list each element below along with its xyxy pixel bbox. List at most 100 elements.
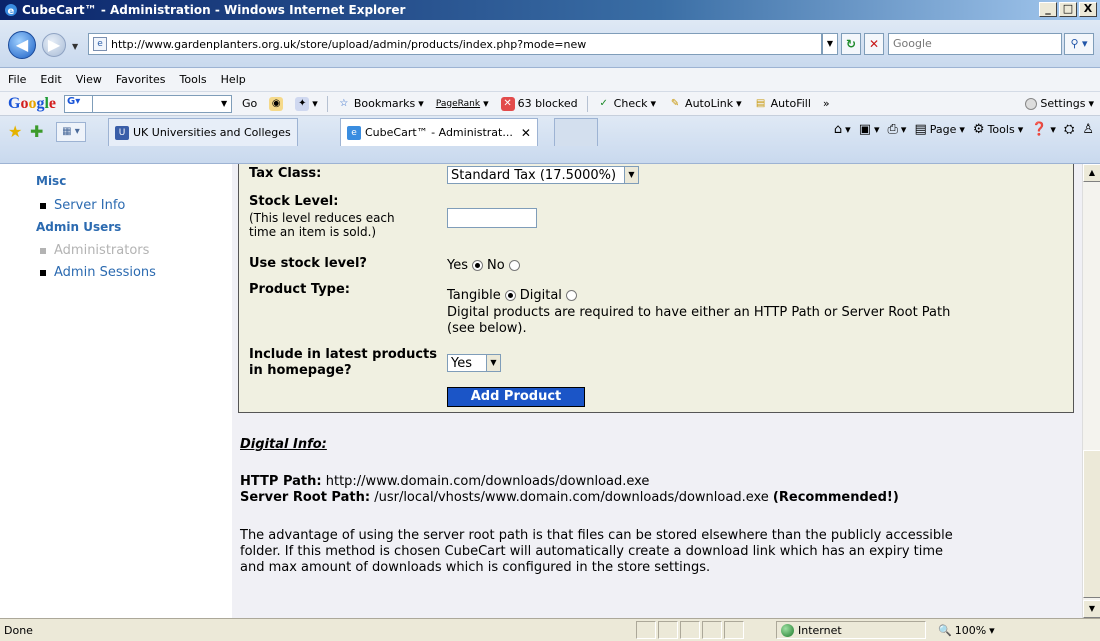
star-icon: ☆ (339, 97, 349, 109)
chevron-down-icon: ▾ (989, 623, 995, 637)
address-toolbar: ◀ ▶ ▼ e http://www.gardenplanters.org.uk… (0, 20, 1100, 68)
google-search-input[interactable]: G▾ ▼ (64, 94, 233, 113)
menu-edit[interactable]: Edit (40, 73, 61, 86)
latest-products-label-2: in homepage? (249, 363, 352, 378)
help-button[interactable]: ❓ ▾ (1031, 122, 1056, 137)
latest-products-select[interactable]: Yes ▼ (447, 354, 501, 372)
add-product-button[interactable]: Add Product (447, 387, 585, 407)
use-stock-options: Yes No (447, 258, 520, 273)
new-tab-button[interactable] (554, 118, 598, 146)
settings-button[interactable]: Settings ▾ (1025, 97, 1094, 110)
sidebar-item-server-info[interactable]: Server Info (40, 198, 125, 213)
google-logo: Google (8, 94, 57, 112)
vertical-scrollbar[interactable]: ▲ ▼ (1082, 164, 1100, 618)
product-type-note: Digital products are required to have ei… (447, 305, 951, 320)
scroll-down-icon[interactable]: ▼ (1083, 600, 1100, 618)
pagerank-button[interactable]: PageRank ▾ (436, 97, 489, 110)
product-form: Tax Class: Standard Tax (17.5000%) ▼ Stoc… (238, 164, 1074, 413)
stop-button[interactable]: ✕ (864, 33, 884, 55)
chevron-down-icon: ▼ (624, 167, 638, 183)
research-button[interactable]: ⛭ (1064, 122, 1074, 137)
menu-view[interactable]: View (76, 73, 102, 86)
page-icon: e (93, 37, 107, 51)
autolink-button[interactable]: ✎ AutoLink ▾ (668, 97, 742, 111)
minimize-button[interactable]: _ (1039, 2, 1057, 17)
bookmarks-button[interactable]: ☆ Bookmarks ▾ (337, 97, 423, 111)
digital-info-description: The advantage of using the server root p… (240, 528, 953, 575)
globe-icon (781, 623, 794, 637)
scroll-thumb[interactable] (1083, 450, 1100, 598)
home-button[interactable]: ⌂ ▾ (834, 122, 851, 137)
spellcheck-button[interactable]: ✓ Check ▾ (597, 97, 656, 111)
research-icon: ⛭ (1063, 122, 1075, 137)
tab-uk-universities[interactable]: U UK Universities and Colleges (108, 118, 298, 146)
forward-button[interactable]: ▶ (42, 33, 66, 57)
scroll-up-icon[interactable]: ▲ (1083, 164, 1100, 182)
print-button[interactable]: ⎙ ▾ (888, 122, 907, 137)
window-titlebar: e CubeCart™ - Administration - Windows I… (0, 0, 1100, 20)
use-stock-no-radio[interactable] (508, 260, 520, 271)
popup-blocker-button[interactable]: ✕ 63 blocked (500, 96, 578, 111)
tools-menu-button[interactable]: ⚙ Tools ▾ (973, 122, 1023, 137)
more-button[interactable]: » (823, 97, 830, 110)
menu-file[interactable]: File (8, 73, 26, 86)
page-menu-button[interactable]: ▤ Page ▾ (914, 122, 964, 137)
digital-radio[interactable] (565, 290, 577, 301)
latest-products-label: Include in latest products (249, 347, 437, 362)
svg-text:e: e (8, 6, 15, 17)
menu-tools[interactable]: Tools (180, 73, 207, 86)
autofill-button[interactable]: ▤ AutoFill (754, 97, 811, 111)
product-type-note-2: (see below). (447, 321, 527, 336)
stock-level-note-2: time an item is sold.) (249, 225, 377, 239)
sidebar-heading-misc: Misc (36, 174, 67, 188)
stock-level-label: Stock Level: (249, 194, 339, 209)
messenger-button[interactable]: ♙ (1082, 122, 1094, 137)
security-zone[interactable]: Internet (776, 621, 926, 639)
stock-level-input[interactable] (447, 208, 537, 228)
stock-level-note: (This level reduces each (249, 211, 395, 225)
favorites-star-icon[interactable]: ★ (8, 122, 22, 141)
help-icon: ❓ (1031, 122, 1048, 137)
tab-bar: ★ ✚ ▦ ▾ U UK Universities and Colleges e… (0, 116, 1100, 164)
close-window-button[interactable]: X (1079, 2, 1097, 17)
home-icon: ⌂ (833, 122, 843, 137)
page-menu-icon: ▤ (914, 122, 927, 137)
use-stock-yes-radio[interactable] (472, 260, 483, 271)
address-url: http://www.gardenplanters.org.uk/store/u… (111, 37, 587, 51)
maximize-button[interactable]: □ (1059, 2, 1077, 17)
back-button[interactable]: ◀ (8, 31, 36, 59)
google-news-icon[interactable]: ◉ (269, 96, 284, 111)
product-type-label: Product Type: (249, 282, 350, 297)
refresh-button[interactable]: ↻ (841, 33, 861, 55)
tax-class-select[interactable]: Standard Tax (17.5000%) ▼ (447, 166, 639, 184)
google-search-menu[interactable]: G▾ (65, 95, 94, 112)
tangible-radio[interactable] (504, 290, 516, 301)
tab-cubecart[interactable]: e CubeCart™ - Administrat... ✕ (340, 118, 538, 146)
google-dropdown-icon[interactable]: ▼ (217, 99, 231, 108)
add-favorites-icon[interactable]: ✚ (30, 122, 43, 141)
close-tab-icon[interactable]: ✕ (521, 126, 531, 140)
address-dropdown-icon[interactable]: ▼ (822, 33, 838, 55)
sidebar-item-admin-sessions[interactable]: Admin Sessions (40, 265, 156, 280)
spellcheck-icon: ✓ (599, 97, 608, 109)
autofill-icon: ▤ (755, 97, 766, 109)
tax-class-label: Tax Class: (249, 166, 322, 181)
sidebar-heading-admin-users: Admin Users (36, 220, 122, 234)
zoom-control[interactable]: 🔍 100% ▾ (932, 621, 1022, 639)
address-field[interactable]: e http://www.gardenplanters.org.uk/store… (88, 33, 822, 55)
status-bar: Done Internet 🔍 100% ▾ (0, 618, 1100, 641)
search-input[interactable]: Google (888, 33, 1062, 55)
site-favicon-icon: U (115, 125, 129, 140)
google-toolbar: Google G▾ ▼ Go ◉ ✦ ▾ ☆ Bookmarks ▾ PageRank… (0, 92, 1100, 116)
chevron-down-icon: ▼ (486, 355, 500, 371)
search-button[interactable]: ⚲ ▾ (1064, 33, 1094, 55)
google-go-button[interactable]: Go (242, 97, 257, 110)
menu-favorites[interactable]: Favorites (116, 73, 166, 86)
menu-help[interactable]: Help (221, 73, 246, 86)
history-dropdown-icon[interactable]: ▼ (72, 42, 78, 51)
feeds-button[interactable]: ▣ ▾ (859, 122, 880, 137)
gear-icon: ⚙ (972, 122, 985, 137)
page-content: Misc Server Info Admin Users Administrat… (0, 164, 1082, 618)
quick-tabs-button[interactable]: ▦ ▾ (56, 122, 86, 142)
google-extras-icon[interactable]: ✦ ▾ (295, 96, 318, 111)
